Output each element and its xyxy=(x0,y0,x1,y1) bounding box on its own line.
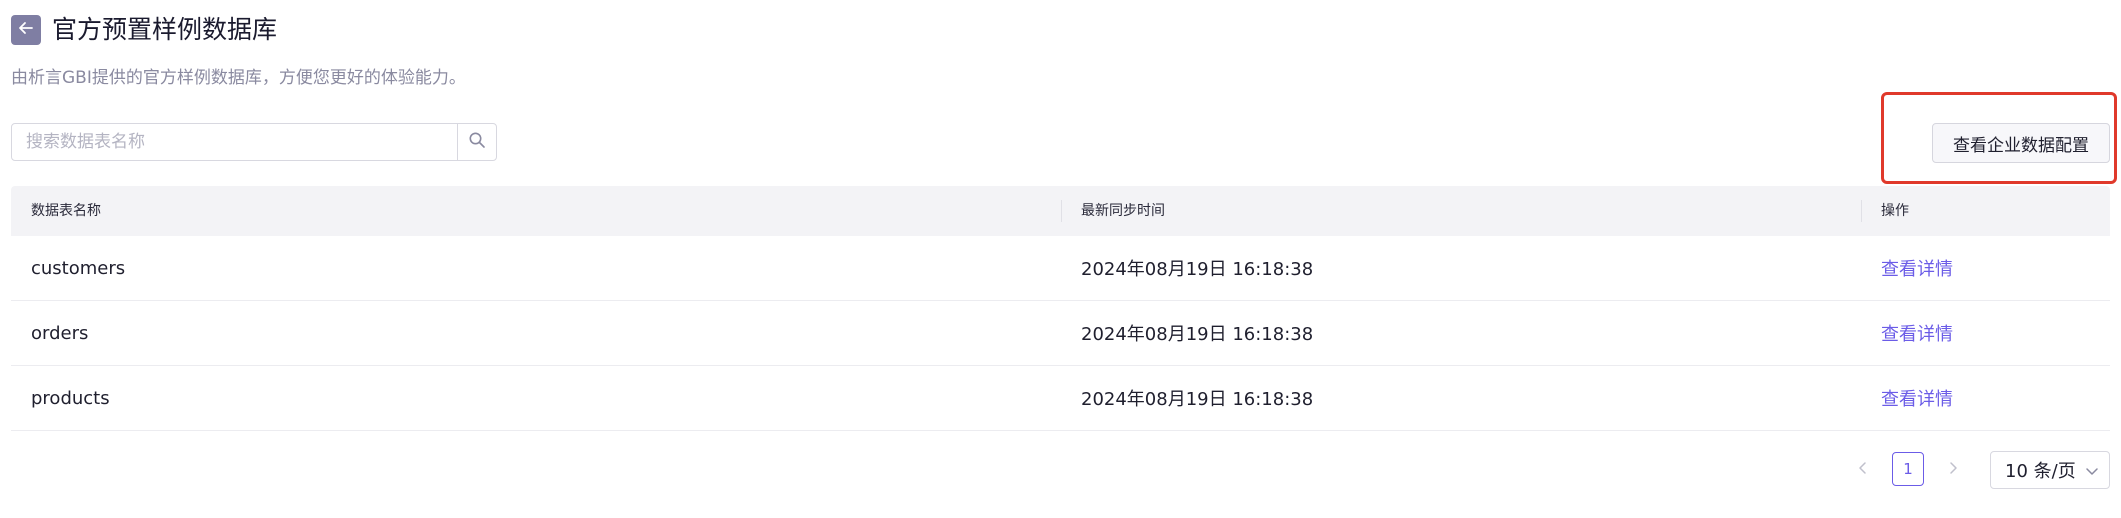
pagination-prev-button[interactable] xyxy=(1848,452,1878,486)
view-details-link[interactable]: 查看详情 xyxy=(1881,259,1953,280)
cell-sync-time: 2024年08月19日 16:18:38 xyxy=(1081,389,1314,410)
arrow-left-icon xyxy=(17,19,35,41)
view-details-link[interactable]: 查看详情 xyxy=(1881,389,1953,410)
data-table: 数据表名称 最新同步时间 操作 customers 2024年08月19日 16… xyxy=(11,186,2110,431)
cell-table-name: products xyxy=(31,387,110,409)
table-header: 数据表名称 最新同步时间 操作 xyxy=(11,186,2110,236)
chevron-left-icon xyxy=(1857,460,1869,479)
column-header-table-name: 数据表名称 xyxy=(31,203,101,219)
search-input[interactable] xyxy=(12,124,457,160)
page-size-label: 10 条/页 xyxy=(2005,461,2076,482)
table-row: orders 2024年08月19日 16:18:38 查看详情 xyxy=(11,301,2110,366)
view-details-link[interactable]: 查看详情 xyxy=(1881,324,1953,345)
chevron-right-icon xyxy=(1947,460,1959,479)
view-enterprise-data-config-button[interactable]: 查看企业数据配置 xyxy=(1932,123,2110,163)
cell-table-name: customers xyxy=(31,257,126,279)
chevron-down-icon xyxy=(2085,462,2099,483)
search-icon xyxy=(468,131,486,153)
table-row: products 2024年08月19日 16:18:38 查看详情 xyxy=(11,366,2110,431)
column-header-actions: 操作 xyxy=(1861,186,2110,236)
cell-sync-time: 2024年08月19日 16:18:38 xyxy=(1081,324,1314,345)
page-subtitle: 由析言GBI提供的官方样例数据库，方便您更好的体验能力。 xyxy=(11,68,466,88)
search-box xyxy=(11,123,497,161)
pagination-page-1[interactable]: 1 xyxy=(1892,452,1924,486)
page: 官方预置样例数据库 由析言GBI提供的官方样例数据库，方便您更好的体验能力。 查… xyxy=(0,0,2121,518)
column-header-sync-time: 最新同步时间 xyxy=(1061,186,1861,236)
cell-table-name: orders xyxy=(31,322,89,344)
table-row: customers 2024年08月19日 16:18:38 查看详情 xyxy=(11,236,2110,301)
search-button[interactable] xyxy=(457,124,496,160)
page-title: 官方预置样例数据库 xyxy=(52,15,278,44)
cell-sync-time: 2024年08月19日 16:18:38 xyxy=(1081,259,1314,280)
page-size-select[interactable]: 10 条/页 xyxy=(1990,451,2110,489)
pagination-next-button[interactable] xyxy=(1938,452,1968,486)
back-button[interactable] xyxy=(11,15,41,45)
